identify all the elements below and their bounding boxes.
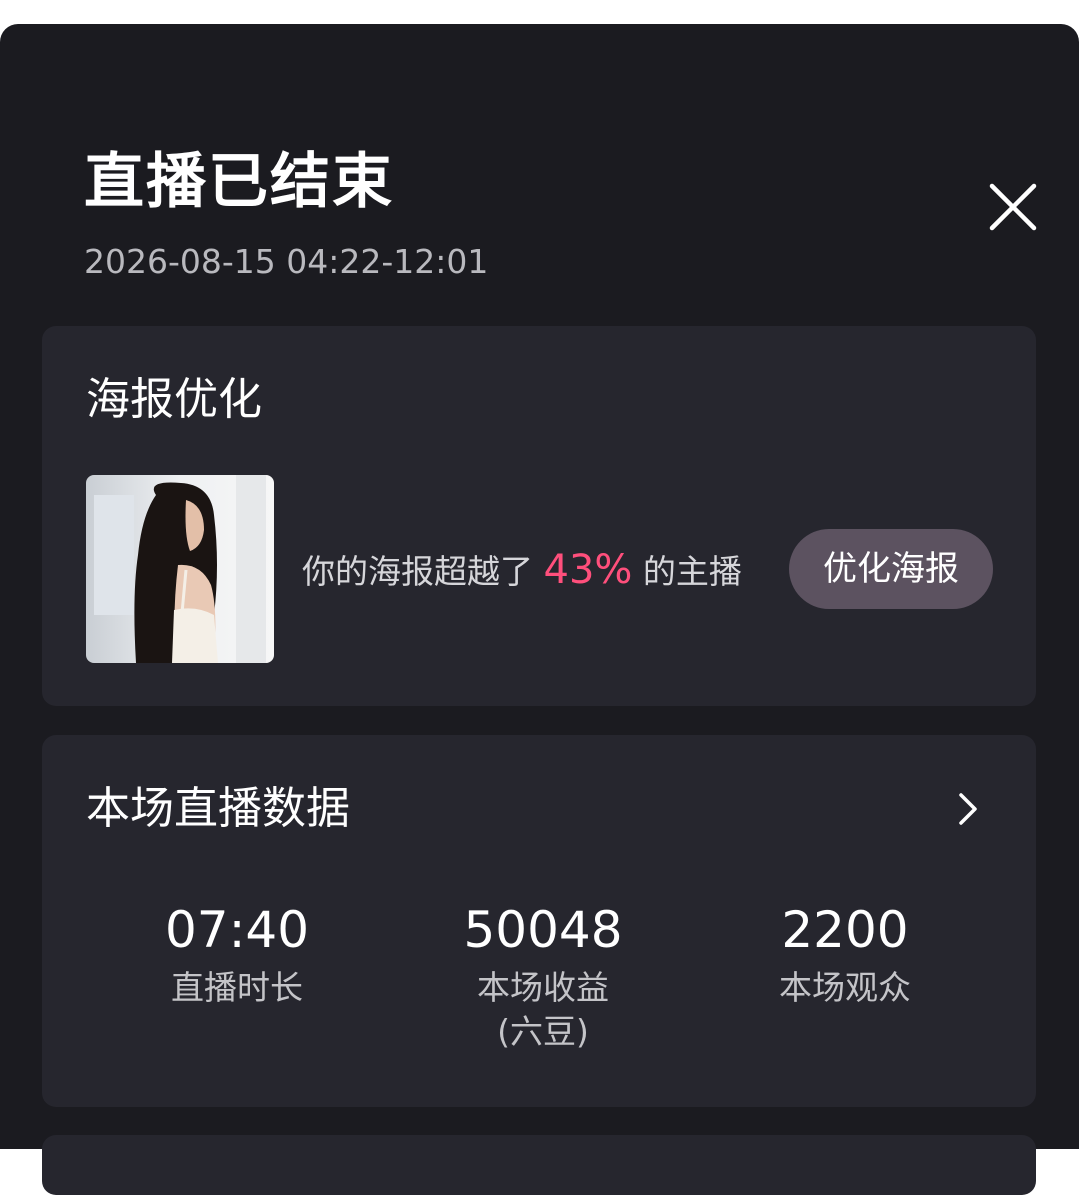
- poster-optimization-card: 海报优化 你的海报超越了 43% 的主播 优化海报: [42, 326, 1036, 706]
- poster-rank-text: 你的海报超越了 43% 的主播: [302, 550, 742, 592]
- stat-label: 本场观众: [779, 968, 911, 1007]
- stat-label: 直播时长: [171, 968, 303, 1007]
- poster-rank-suffix: 的主播: [642, 552, 742, 591]
- stat-audience: 2200 本场观众: [715, 900, 975, 1010]
- live-stats-card[interactable]: 本场直播数据 07:40 直播时长 50048 本场收益 (六豆) 2200 本…: [42, 735, 1036, 1107]
- stat-earnings: 50048 本场收益 (六豆): [413, 900, 673, 1054]
- optimize-poster-button[interactable]: 优化海报: [789, 529, 993, 609]
- poster-rank-prefix: 你的海报超越了: [302, 552, 533, 591]
- stat-value: 2200: [781, 901, 909, 959]
- live-ended-sheet: 直播已结束 2026-08-15 04:22-12:01 海报优化 你的海报超越…: [0, 24, 1079, 1195]
- stat-value: 50048: [463, 901, 623, 959]
- stats-detail-link[interactable]: [948, 787, 988, 831]
- poster-card-heading: 海报优化: [86, 374, 262, 425]
- close-icon: [989, 183, 1037, 231]
- stat-duration: 07:40 直播时长: [107, 900, 367, 1010]
- live-time-range: 2026-08-15 04:22-12:01: [84, 242, 489, 281]
- stats-card-heading: 本场直播数据: [86, 783, 350, 834]
- poster-thumbnail[interactable]: [86, 475, 274, 663]
- poster-image: [86, 475, 274, 663]
- status-bar-area: [0, 0, 1079, 24]
- stat-value: 07:40: [164, 901, 310, 959]
- next-card: [42, 1135, 1036, 1195]
- chevron-right-icon: [959, 793, 977, 825]
- stat-label: 本场收益 (六豆): [477, 968, 609, 1051]
- close-button[interactable]: [978, 172, 1048, 242]
- page-title: 直播已结束: [84, 147, 394, 217]
- poster-rank-percent: 43%: [543, 547, 633, 593]
